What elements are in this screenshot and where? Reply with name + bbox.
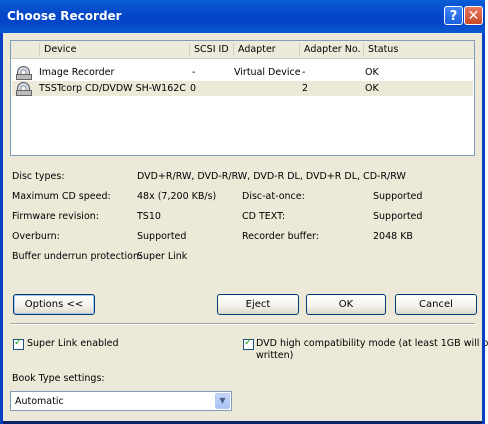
- window-border-right: [482, 33, 485, 424]
- status: OK: [365, 67, 379, 78]
- checkmark-icon: ✓: [14, 337, 23, 348]
- dvd-compat-checkbox[interactable]: ✓: [243, 337, 254, 350]
- superlink-checkbox[interactable]: ✓: [13, 337, 24, 350]
- choose-recorder-window: Choose Recorder ? ✕ Device SCSI ID Adapt…: [0, 0, 488, 424]
- dialog-client: Device SCSI ID Adapter Adapter No. Statu…: [3, 33, 488, 421]
- device-name: Image Recorder: [39, 67, 115, 78]
- scsi-id: 0: [190, 83, 197, 94]
- drive-icon: [16, 66, 32, 80]
- status: OK: [365, 83, 379, 94]
- help-button[interactable]: ?: [444, 6, 463, 25]
- buffer-underrun-label: Buffer underrun protection:: [12, 251, 143, 262]
- disc-types-label: Disc types:: [12, 171, 65, 182]
- firmware-label: Firmware revision:: [12, 211, 99, 222]
- chevron-down-icon[interactable]: ▼: [215, 393, 230, 409]
- title-bar: Choose Recorder ? ✕: [0, 0, 485, 33]
- overburn-value: Supported: [137, 231, 187, 242]
- separator: [10, 323, 475, 325]
- overburn-label: Overburn:: [12, 231, 60, 242]
- dao-label: Disc-at-once:: [242, 191, 305, 202]
- superlink-label[interactable]: Super Link enabled: [27, 338, 119, 349]
- adapter-no: -: [302, 67, 306, 78]
- ok-button[interactable]: OK: [306, 294, 386, 315]
- header-adapter[interactable]: Adapter: [233, 43, 299, 56]
- header-icon-column[interactable]: [11, 43, 39, 56]
- buffer-underrun-value: Super Link: [137, 251, 188, 262]
- header-status[interactable]: Status: [363, 43, 474, 56]
- adapter: Virtual Device: [234, 67, 301, 78]
- recorder-buffer-value: 2048 KB: [373, 231, 413, 242]
- dao-value: Supported: [373, 191, 423, 202]
- window-border-left: [0, 33, 3, 424]
- close-button[interactable]: ✕: [464, 6, 483, 25]
- device-name: TSSTcorp CD/DVDW SH-W162C: [39, 83, 186, 94]
- header-scsi-id[interactable]: SCSI ID: [189, 43, 233, 56]
- recorder-list[interactable]: Device SCSI ID Adapter Adapter No. Statu…: [10, 40, 475, 156]
- eject-button[interactable]: Eject: [217, 294, 299, 315]
- table-row[interactable]: TSSTcorp CD/DVDW SH-W162C 0 2 OK: [12, 81, 473, 96]
- window-title: Choose Recorder: [7, 9, 122, 23]
- header-device[interactable]: Device: [39, 43, 189, 56]
- booktype-dropdown[interactable]: Automatic ▼: [10, 391, 232, 411]
- dvd-compat-label-line1[interactable]: DVD high compatibility mode (at least 1G…: [256, 338, 488, 349]
- cancel-button[interactable]: Cancel: [395, 294, 477, 315]
- cd-text-label: CD TEXT:: [242, 211, 286, 222]
- options-button[interactable]: Options <<: [13, 294, 95, 315]
- disc-types-value: DVD+R/RW, DVD-R/RW, DVD-R DL, DVD+R DL, …: [137, 171, 406, 182]
- table-row[interactable]: Image Recorder - Virtual Device - OK: [12, 65, 473, 80]
- max-speed-value: 48x (7,200 KB/s): [137, 191, 217, 202]
- firmware-value: TS10: [137, 211, 161, 222]
- checkmark-icon: ✓: [244, 337, 253, 348]
- drive-icon: [16, 82, 32, 96]
- adapter-no: 2: [302, 83, 309, 94]
- cd-text-value: Supported: [373, 211, 423, 222]
- dvd-compat-label-line2[interactable]: written): [256, 350, 293, 361]
- list-header: Device SCSI ID Adapter Adapter No. Statu…: [11, 41, 474, 59]
- scsi-id: -: [192, 67, 196, 78]
- booktype-label: Book Type settings:: [12, 373, 105, 384]
- booktype-value: Automatic: [15, 396, 64, 407]
- recorder-buffer-label: Recorder buffer:: [242, 231, 319, 242]
- header-adapter-no[interactable]: Adapter No.: [299, 43, 363, 56]
- max-speed-label: Maximum CD speed:: [12, 191, 111, 202]
